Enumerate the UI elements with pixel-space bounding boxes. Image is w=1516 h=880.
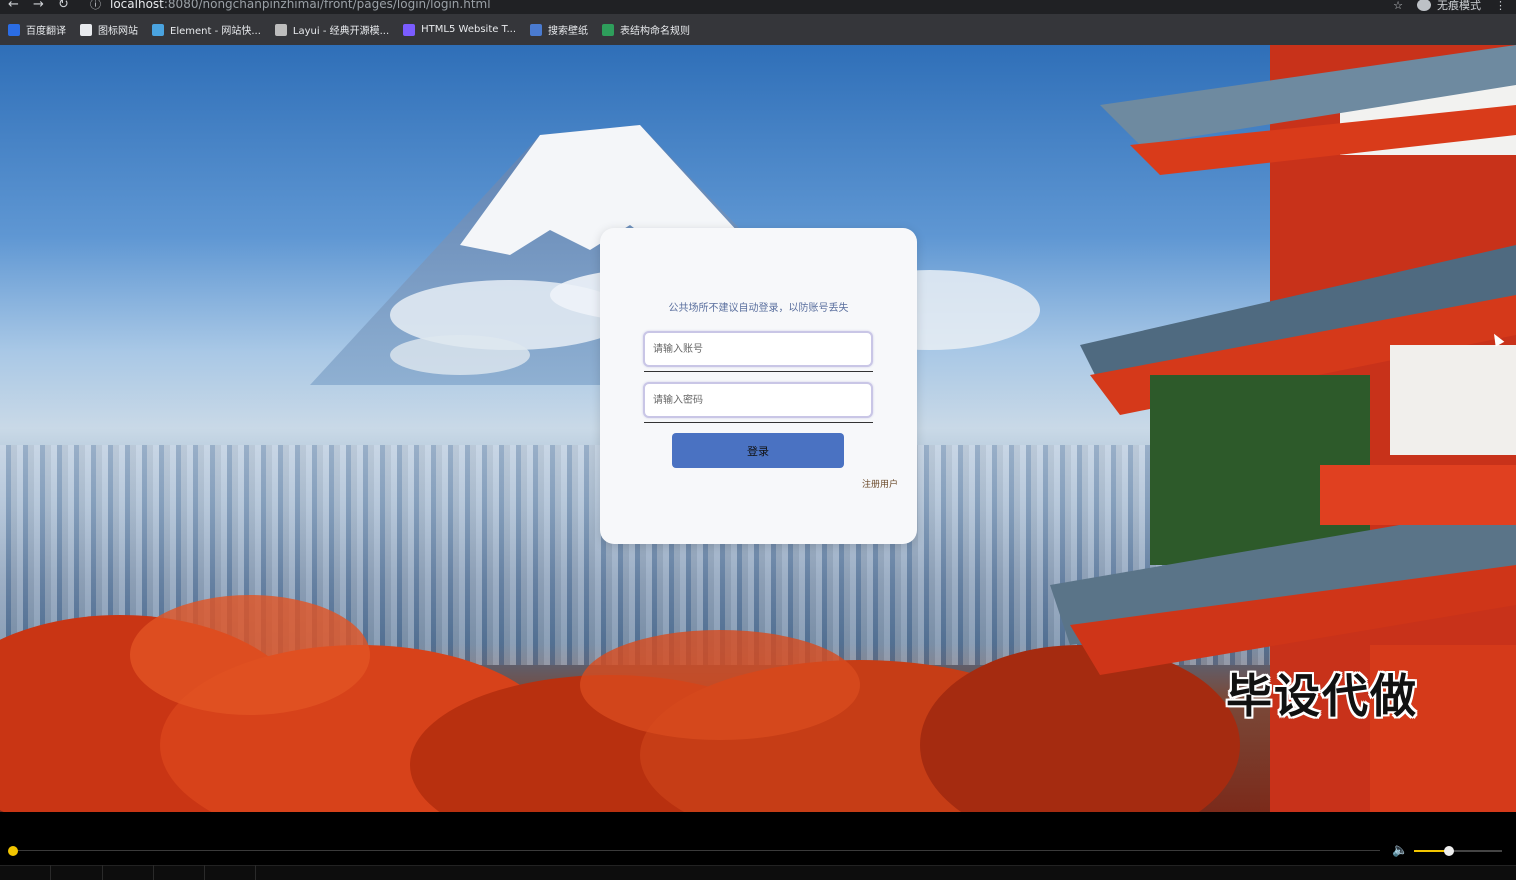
bookmark-item[interactable]: 图标网站 [80,22,138,37]
player-controls-strip [0,865,1516,880]
bookmark-favicon-icon [602,23,615,36]
bookmark-label: 搜索壁纸 [548,26,589,37]
bookmark-label: 百度翻译 [26,26,66,37]
register-link[interactable]: 注册用户 [862,477,898,490]
progress-track[interactable] [12,850,1380,851]
bookmark-favicon-icon [530,23,543,36]
progress-knob[interactable] [8,846,18,856]
star-icon[interactable]: ☆ [1393,0,1403,12]
bookmark-label: HTML5 Website T... [421,24,517,35]
incognito-icon [1417,0,1431,11]
url-host: localhost [110,0,164,11]
arrow-left-icon[interactable]: ← [8,0,19,12]
control-divider [50,865,51,880]
bookmark-item[interactable]: 百度翻译 [8,22,66,37]
reload-icon[interactable]: ↻ [58,0,69,12]
password-field [643,382,873,423]
bookmark-label: 图标网站 [98,26,138,37]
url-path: :8080/nongchanpinzhimai/front/pages/logi… [163,0,491,11]
toolbar-right: ☆ 无痕模式 ⋮ [1393,0,1506,12]
bookmark-label: 表结构命名规则 [620,26,691,37]
bookmark-item[interactable]: Element - 网站快... [152,22,261,37]
info-icon[interactable]: ⓘ [90,0,101,12]
watermark-text: 毕设代做 [1226,669,1418,723]
kebab-menu-icon[interactable]: ⋮ [1495,0,1506,12]
volume-knob[interactable] [1444,846,1455,856]
control-divider [255,865,256,880]
login-tip: 公共场所不建议自动登录，以防账号丢失 [668,303,849,314]
control-divider [102,865,103,880]
address-bar[interactable]: localhost:8080/nongchanpinzhimai/front/p… [110,0,491,11]
username-input[interactable] [643,331,873,367]
bookmark-item[interactable]: Layui - 经典开源模... [274,22,390,37]
control-divider [204,865,205,880]
bookmark-label: Element - 网站快... [170,26,261,37]
bookmark-favicon-icon [8,23,20,36]
login-button[interactable]: 登录 [672,433,844,468]
bookmark-favicon-icon [403,23,416,36]
bookmark-item[interactable]: 搜索壁纸 [530,22,588,37]
volume-icon[interactable]: 🔈 [1392,843,1408,858]
incognito-label: 无痕模式 [1437,0,1481,12]
control-divider [153,865,154,880]
bookmark-label: Layui - 经典开源模... [292,26,390,37]
browser-toolbar: ← → ↻ ⓘ localhost:8080/nongchanpinzhimai… [0,0,1516,14]
video-player-bar: 🔈 [0,812,1516,880]
username-underline [644,371,873,372]
bookmark-favicon-icon [152,23,164,36]
bookmark-favicon-icon [80,23,92,36]
password-input[interactable] [643,382,873,418]
login-card: 公共场所不建议自动登录，以防账号丢失 登录 注册用户 [600,228,917,544]
bookmark-item[interactable]: HTML5 Website T... [403,23,517,36]
bookmarks-bar: 百度翻译 图标网站 Element - 网站快... Layui - 经典开源模...… [0,14,1516,45]
username-field [643,331,873,372]
password-underline [644,422,873,423]
bookmark-favicon-icon [274,23,287,36]
arrow-right-icon[interactable]: → [33,0,44,12]
bookmark-item[interactable]: 表结构命名规则 [602,22,690,37]
incognito-indicator[interactable]: 无痕模式 [1417,0,1481,13]
